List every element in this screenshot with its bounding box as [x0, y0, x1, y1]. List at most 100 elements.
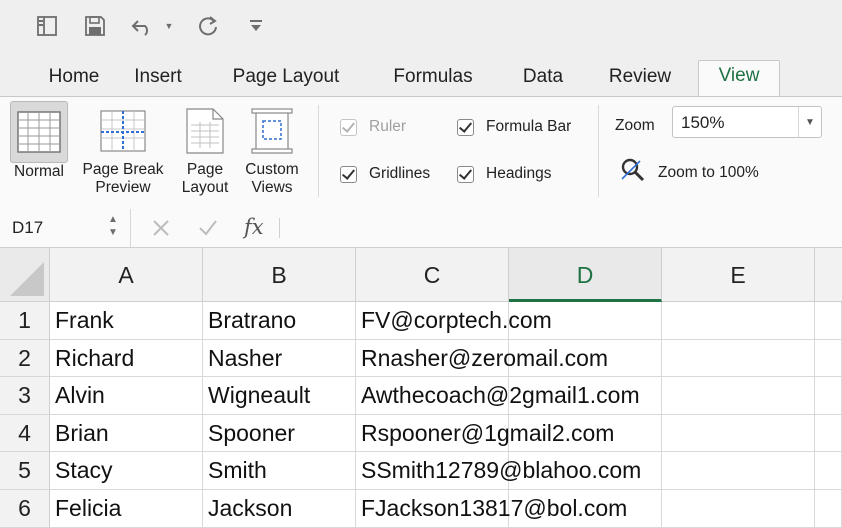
cell[interactable]: Stacy: [50, 452, 203, 490]
gridlines-checkbox[interactable]: Gridlines: [340, 165, 430, 183]
cell[interactable]: Spooner: [203, 414, 356, 453]
headings-checkbox[interactable]: Headings: [457, 165, 552, 183]
cell[interactable]: [815, 302, 842, 340]
name-box[interactable]: D17 ▲ ▼: [0, 209, 131, 247]
tab-insert[interactable]: Insert: [120, 62, 196, 96]
cell[interactable]: [662, 490, 815, 528]
chevron-down-icon[interactable]: ▼: [798, 107, 821, 137]
headings-checkbox-box: [457, 165, 474, 183]
sidebar-toggle-icon[interactable]: [32, 12, 62, 40]
cell[interactable]: Awthecoach@2gmail1.com: [356, 377, 640, 415]
column-header-a[interactable]: A: [50, 248, 203, 302]
cell[interactable]: [815, 377, 842, 415]
custom-views-button[interactable]: Custom Views: [240, 101, 304, 197]
tab-review[interactable]: Review: [596, 62, 684, 96]
row-header[interactable]: 1: [0, 302, 50, 340]
zoom-label: Zoom: [615, 117, 655, 134]
column-header-d[interactable]: D: [509, 248, 662, 302]
cell[interactable]: [815, 339, 842, 378]
cell-text: SSmith12789@blahoo.com: [361, 457, 642, 484]
enter-check-icon[interactable]: [195, 215, 221, 241]
cell[interactable]: FJackson13817@bol.com: [356, 490, 627, 528]
tab-data[interactable]: Data: [508, 62, 578, 96]
cancel-icon[interactable]: [148, 215, 174, 241]
column-header-f[interactable]: [815, 248, 842, 302]
name-box-stepper-icon[interactable]: ▲ ▼: [108, 213, 118, 239]
gridlines-checkbox-box: [340, 165, 357, 183]
page-layout-view-button[interactable]: Page Layout: [176, 101, 234, 197]
cell[interactable]: Richard: [50, 339, 203, 378]
cell[interactable]: [662, 414, 815, 453]
cell[interactable]: Wigneault: [203, 377, 356, 415]
worksheet-grid[interactable]: A B C D E 1 Frank Bratrano FV@corptech.com 2…: [0, 248, 842, 528]
column-header-e[interactable]: E: [662, 248, 815, 302]
formula-bar-checkbox-box: [457, 118, 474, 136]
ribbon-separator: [598, 105, 599, 197]
select-all-corner[interactable]: [0, 248, 50, 302]
cell[interactable]: Brian: [50, 414, 203, 453]
tab-home[interactable]: Home: [22, 62, 126, 96]
zoom-to-100-label: Zoom to 100%: [658, 163, 759, 181]
normal-view-label: Normal: [14, 163, 64, 180]
cell[interactable]: [815, 490, 842, 528]
row-header[interactable]: 3: [0, 377, 50, 415]
cell-text: Smith: [208, 457, 267, 484]
cell[interactable]: Nasher: [203, 339, 356, 378]
tab-view[interactable]: View: [698, 60, 780, 98]
cell[interactable]: Felicia: [50, 490, 203, 528]
row-header[interactable]: 4: [0, 414, 50, 453]
undo-dropdown-icon[interactable]: ▼: [162, 12, 176, 40]
cell-text: Brian: [55, 419, 109, 446]
name-box-value: D17: [12, 218, 44, 237]
normal-view-button[interactable]: Normal: [10, 101, 68, 181]
ribbon-tabs: Home Insert Page Layout Formulas Data Re…: [0, 56, 842, 98]
row-header[interactable]: 5: [0, 452, 50, 490]
column-header-b[interactable]: B: [203, 248, 356, 302]
zoom-to-100-button[interactable]: Zoom to 100%: [620, 157, 759, 188]
row-header[interactable]: 6: [0, 490, 50, 528]
cell[interactable]: [662, 339, 815, 378]
cell-text: Bratrano: [208, 307, 297, 333]
column-header-c[interactable]: C: [356, 248, 509, 302]
redo-icon[interactable]: [194, 12, 222, 40]
cell-text: FJackson13817@bol.com: [361, 495, 628, 521]
cell-text: Awthecoach@2gmail1.com: [361, 382, 640, 409]
cell[interactable]: Bratrano: [203, 302, 356, 340]
undo-icon[interactable]: [128, 12, 158, 40]
cell-text: FV@corptech.com: [361, 307, 552, 333]
cell-text: Felicia: [55, 495, 122, 521]
cell[interactable]: [815, 452, 842, 490]
cell[interactable]: Smith: [203, 452, 356, 490]
customize-toolbar-icon[interactable]: [244, 12, 268, 40]
cell[interactable]: [662, 452, 815, 490]
cell[interactable]: FV@corptech.com: [356, 302, 552, 340]
cell-text: Richard: [55, 344, 135, 371]
cell[interactable]: Rnasher@zeromail.com: [356, 339, 608, 378]
gridlines-label: Gridlines: [369, 165, 431, 182]
cell[interactable]: Jackson: [203, 490, 356, 528]
cell[interactable]: [662, 377, 815, 415]
cell[interactable]: [662, 302, 815, 340]
zoom-select[interactable]: 150% ▼: [672, 106, 822, 138]
formula-bar-separator: [279, 218, 280, 238]
cell[interactable]: Alvin: [50, 377, 203, 415]
row-header[interactable]: 2: [0, 339, 50, 378]
normal-view-icon: [10, 101, 68, 163]
save-icon[interactable]: [80, 12, 110, 40]
page-break-preview-button[interactable]: Page Break Preview: [78, 101, 168, 197]
tab-formulas[interactable]: Formulas: [378, 62, 488, 96]
quick-access-toolbar: ▼: [0, 0, 842, 56]
formula-bar-checkbox[interactable]: Formula Bar: [457, 118, 571, 136]
ruler-checkbox[interactable]: Ruler: [340, 118, 406, 136]
insert-function-icon[interactable]: fx: [244, 215, 264, 239]
page-break-preview-label: Page Break Preview: [82, 161, 164, 196]
cell-text: Rnasher@zeromail.com: [361, 344, 609, 371]
cell[interactable]: SSmith12789@blahoo.com: [356, 452, 641, 490]
cell[interactable]: Frank: [50, 302, 203, 340]
cell[interactable]: [815, 414, 842, 453]
formula-bar: D17 ▲ ▼ fx: [0, 209, 842, 248]
cell-text: Jackson: [208, 495, 293, 521]
cell[interactable]: Rspooner@1gmail2.com: [356, 414, 614, 453]
cell-text: Nasher: [208, 344, 283, 371]
tab-page-layout[interactable]: Page Layout: [218, 62, 354, 96]
